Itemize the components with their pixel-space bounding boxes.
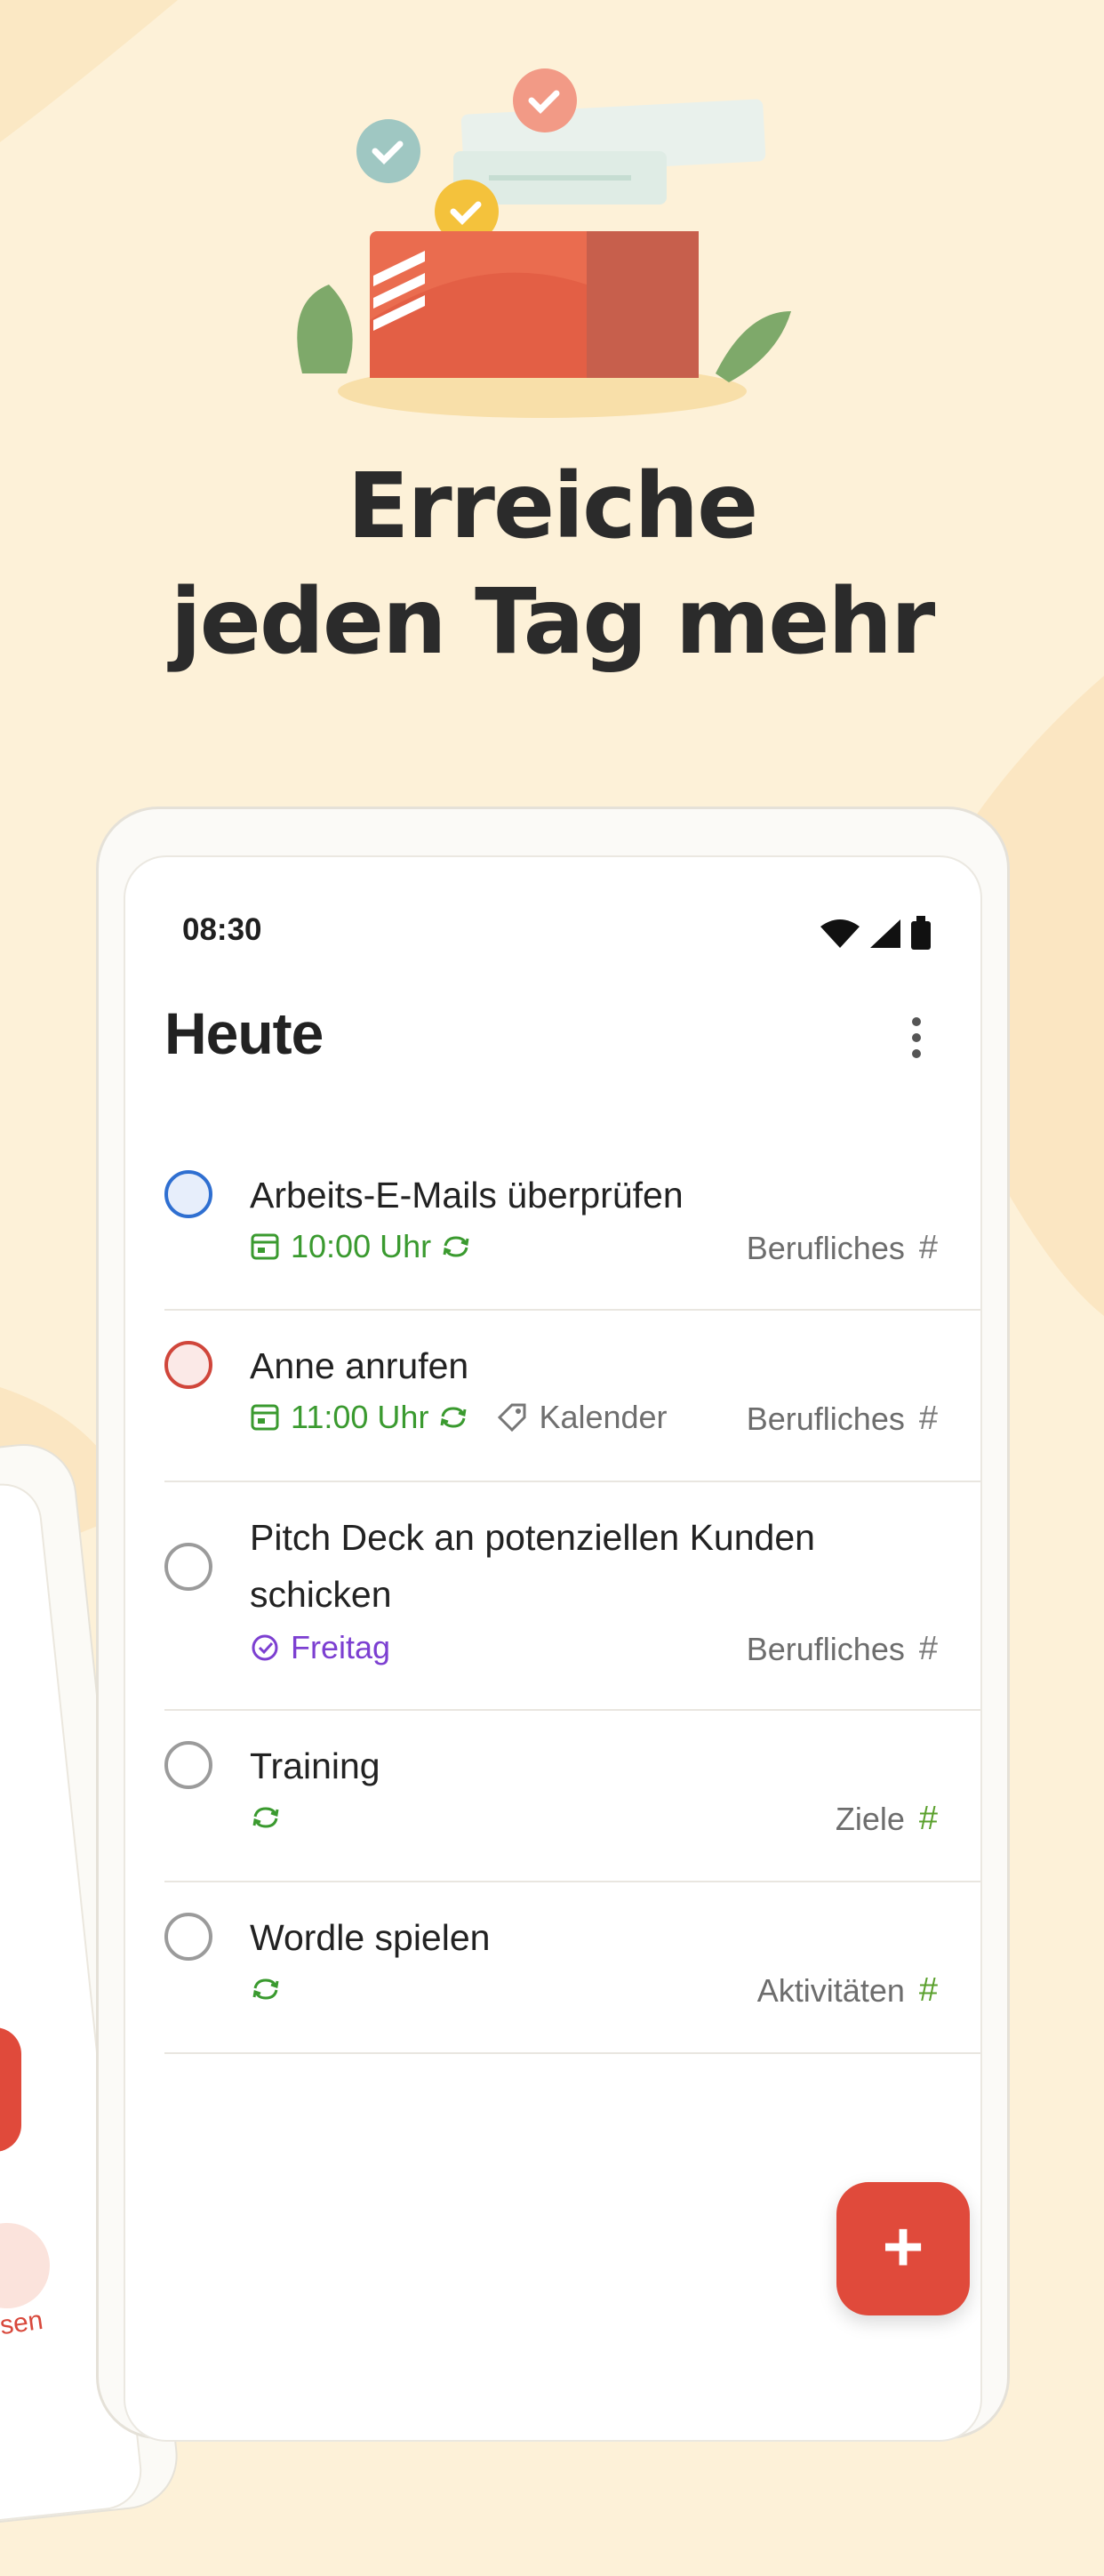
project-hash-icon: # [918,1800,938,1837]
task-project: Aktivitäten # [757,1971,938,2010]
signal-icon [870,919,900,948]
background-phone-label: sen [0,2305,45,2341]
task-project: Berufliches # [747,1400,938,1438]
task-due-time: 11:00 Uhr [291,1399,429,1435]
task-due: 10:00 Uhr [250,1227,472,1266]
page-title: Heute [164,1000,324,1066]
task-title: Training [250,1745,380,1786]
task-checkbox[interactable] [164,1913,212,1961]
headline-line-2: jeden Tag mehr [170,569,936,675]
task-title: Pitch Deck an potenziellen Kunden schick… [250,1509,890,1623]
headline-line-1: Erreiche [347,453,759,559]
task-project: Ziele # [836,1800,938,1838]
task-item[interactable]: Pitch Deck an potenziellen Kunden schick… [164,1482,980,1711]
task-title-line-1: Pitch Deck an potenziellen Kunden [250,1517,815,1558]
task-title: Wordle spielen [250,1917,491,1958]
task-project-name: Berufliches [746,1630,905,1667]
task-label: Kalender [539,1399,668,1435]
project-hash-icon: # [918,1400,938,1437]
status-icons [820,916,931,950]
task-checkbox[interactable] [164,1170,212,1218]
calendar-icon [251,1233,279,1260]
task-project-name: Berufliches [746,1400,905,1437]
box-illustration [297,68,791,418]
task-project-name: Berufliches [746,1229,905,1266]
recurring-icon [252,1807,279,1828]
battery-icon [911,921,931,950]
task-checkbox[interactable] [164,1741,212,1789]
task-title: Arbeits-E-Mails überprüfen [250,1175,684,1216]
add-task-button[interactable]: + [836,2182,970,2315]
project-hash-icon: # [918,1971,938,2009]
more-options-icon[interactable] [908,1017,925,1071]
headline: Erreiche jeden Tag mehr [0,449,1104,680]
task-project: Berufliches # [747,1630,938,1668]
project-hash-icon: # [918,1229,938,1266]
task-recurring [250,1970,282,2009]
task-due-time: 10:00 Uhr [291,1228,432,1264]
project-hash-icon: # [918,1630,938,1667]
task-due-day: Freitag [291,1629,391,1665]
task-checkbox[interactable] [164,1341,212,1389]
task-title-line-2: schicken [250,1574,392,1615]
recurring-icon [443,1236,469,1257]
phone-screen: 08:30 Heute Arbeits-E-Mails überprüfen 1… [124,855,982,2442]
wifi-icon [820,919,860,948]
phone-frame: 08:30 Heute Arbeits-E-Mails überprüfen 1… [96,807,1010,2442]
status-time: 08:30 [182,912,262,947]
task-project: Berufliches # [747,1229,938,1267]
task-due: Freitag [250,1628,390,1667]
task-item[interactable]: Training Ziele # [164,1711,980,1882]
task-title: Anne anrufen [250,1345,469,1386]
background-phone-fab [0,2027,21,2152]
task-project-name: Ziele [835,1800,905,1837]
task-recurring [250,1798,282,1837]
task-checkbox[interactable] [164,1543,212,1591]
task-item[interactable]: Anne anrufen 11:00 Uhr Kalender Beruflic… [164,1311,980,1482]
recurring-icon [252,1978,279,2000]
task-item[interactable]: Arbeits-E-Mails überprüfen 10:00 Uhr Ber… [164,1142,980,1311]
recurring-icon [440,1407,467,1428]
label-tag-icon [498,1403,526,1432]
upcoming-day-icon [252,1634,278,1661]
task-due: 11:00 Uhr Kalender [250,1398,668,1437]
task-project-name: Aktivitäten [756,1971,905,2009]
task-item[interactable]: Wordle spielen Aktivitäten # [164,1882,980,2054]
calendar-icon [251,1404,279,1431]
